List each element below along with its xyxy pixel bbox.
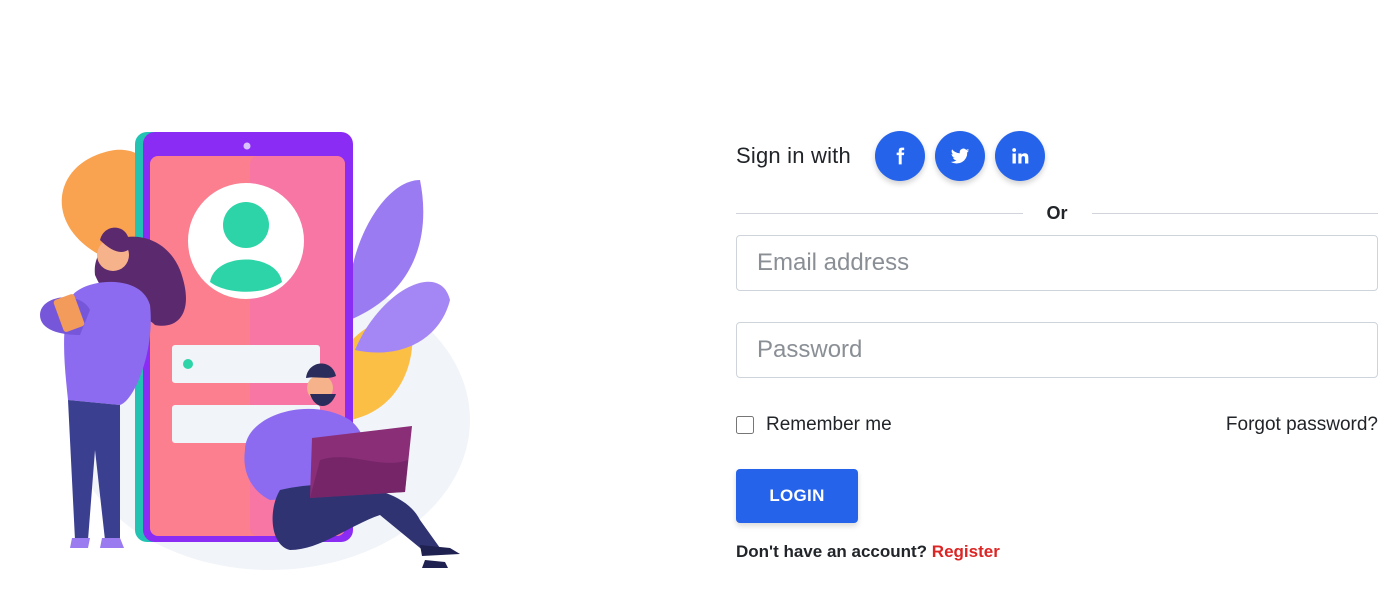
remember-me[interactable]: Remember me	[736, 414, 892, 436]
login-button[interactable]: LOGIN	[736, 469, 858, 523]
signin-label: Sign in with	[736, 143, 851, 168]
linkedin-button[interactable]	[994, 131, 1045, 181]
options-row: Remember me Forgot password?	[736, 412, 1378, 438]
login-illustration	[20, 120, 490, 580]
divider-line	[736, 212, 1023, 214]
email-field[interactable]	[736, 235, 1378, 291]
or-divider: Or	[736, 200, 1379, 226]
register-prompt: Don't have an account?	[736, 542, 932, 561]
linkedin-icon	[1012, 148, 1029, 164]
social-signin-row: Sign in with	[736, 130, 1378, 182]
forgot-password-link[interactable]: Forgot password?	[1226, 414, 1378, 436]
password-field[interactable]	[736, 322, 1378, 378]
facebook-icon	[896, 147, 905, 165]
register-link[interactable]: Register	[932, 542, 1000, 561]
twitter-button[interactable]	[934, 131, 985, 181]
remember-label: Remember me	[766, 414, 892, 435]
register-row: Don't have an account? Register	[736, 542, 1378, 562]
facebook-button[interactable]	[874, 131, 925, 181]
divider-line	[1091, 212, 1379, 214]
login-form: Sign in with Or Remember me Forgot passw…	[736, 130, 1379, 562]
remember-checkbox[interactable]	[736, 416, 754, 434]
twitter-icon	[950, 148, 970, 164]
or-label: Or	[1046, 202, 1068, 223]
